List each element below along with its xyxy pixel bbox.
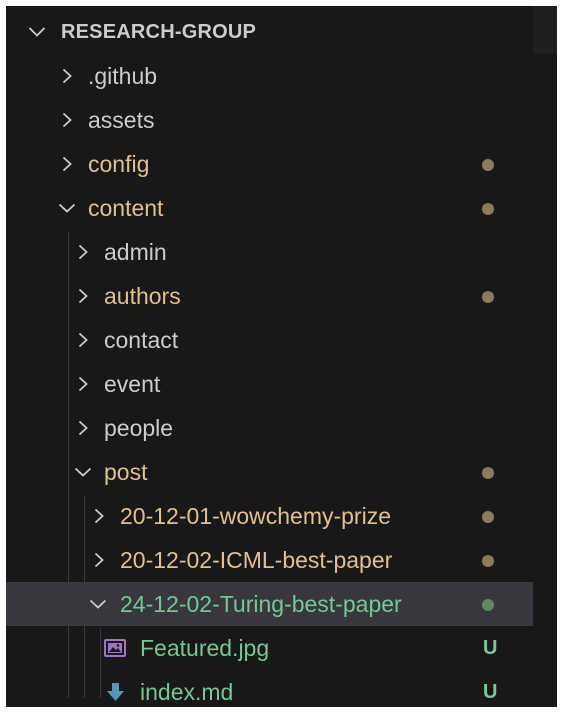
tree-item-post[interactable]: post bbox=[6, 450, 533, 494]
tree-item-label: admin bbox=[104, 239, 167, 265]
modified-dot-icon bbox=[482, 555, 494, 567]
chevron-right-icon bbox=[78, 288, 88, 304]
tree-item-assets[interactable]: assets bbox=[6, 98, 533, 142]
chevron-down-icon bbox=[28, 27, 46, 37]
chevron-right-icon bbox=[78, 244, 88, 260]
chevron-down-icon bbox=[58, 203, 76, 213]
modified-dot-icon bbox=[482, 467, 494, 479]
image-file-icon bbox=[104, 639, 126, 657]
modified-dot-icon bbox=[482, 511, 494, 523]
tree-item-label: Featured.jpg bbox=[140, 635, 270, 661]
tree-item-label: event bbox=[104, 371, 161, 397]
tree-item-label: 20-12-02-ICML-best-paper bbox=[120, 547, 393, 573]
tree-item-event[interactable]: event bbox=[6, 362, 533, 406]
tree-item-label: .github bbox=[88, 63, 158, 89]
tree-item-label: content bbox=[88, 195, 164, 221]
tree-item-label: config bbox=[88, 151, 150, 177]
untracked-dot-icon bbox=[482, 599, 494, 611]
tree-item-label: 24-12-02-Turing-best-paper bbox=[120, 591, 402, 617]
tree-item-label: index.md bbox=[140, 679, 234, 705]
chevron-right-icon bbox=[62, 112, 72, 128]
modified-dot-icon bbox=[482, 291, 494, 303]
modified-dot-icon bbox=[482, 159, 494, 171]
tree-item-index-md[interactable]: index.md U bbox=[6, 670, 533, 707]
tree-item-github[interactable]: .github bbox=[6, 54, 533, 98]
tree-item-label: post bbox=[104, 459, 148, 485]
markdown-download-icon bbox=[107, 683, 124, 701]
root-folder-label: RESEARCH-GROUP bbox=[61, 20, 257, 43]
explorer-window: RESEARCH-GROUP .github assets config con… bbox=[6, 6, 557, 707]
chevron-down-icon bbox=[89, 599, 107, 609]
untracked-status-badge: U bbox=[483, 681, 498, 703]
tree-item-contact[interactable]: contact bbox=[6, 318, 533, 362]
tree-item-label: contact bbox=[104, 327, 179, 353]
tree-item-label: authors bbox=[104, 283, 181, 309]
chevron-down-icon bbox=[74, 467, 92, 477]
tree-item-admin[interactable]: admin bbox=[6, 230, 533, 274]
untracked-status-badge: U bbox=[483, 637, 498, 659]
chevron-right-icon bbox=[78, 420, 88, 436]
tree-item-content[interactable]: content bbox=[6, 186, 533, 230]
chevron-right-icon bbox=[78, 332, 88, 348]
chevron-right-icon bbox=[94, 508, 104, 524]
tree-item-label: people bbox=[104, 415, 174, 441]
explorer-root-folder[interactable]: RESEARCH-GROUP bbox=[6, 10, 533, 54]
tree-item-wowchemy-prize[interactable]: 20-12-01-wowchemy-prize bbox=[6, 494, 533, 538]
tree-item-label: 20-12-01-wowchemy-prize bbox=[120, 503, 391, 529]
tree-item-icml-best-paper[interactable]: 20-12-02-ICML-best-paper bbox=[6, 538, 533, 582]
tree-item-authors[interactable]: authors bbox=[6, 274, 533, 318]
tree-item-featured-jpg[interactable]: Featured.jpg U bbox=[6, 626, 533, 670]
tree-item-people[interactable]: people bbox=[6, 406, 533, 450]
chevron-right-icon bbox=[62, 68, 72, 84]
chevron-right-icon bbox=[94, 552, 104, 568]
modified-dot-icon bbox=[482, 203, 494, 215]
editor-tab-strip bbox=[533, 6, 557, 54]
chevron-right-icon bbox=[78, 376, 88, 392]
tree-item-turing-best-paper[interactable]: 24-12-02-Turing-best-paper bbox=[6, 582, 533, 626]
chevron-right-icon bbox=[62, 156, 72, 172]
tree-item-config[interactable]: config bbox=[6, 142, 533, 186]
tree-item-label: assets bbox=[88, 107, 155, 133]
explorer-panel: RESEARCH-GROUP .github assets config con… bbox=[6, 6, 533, 707]
